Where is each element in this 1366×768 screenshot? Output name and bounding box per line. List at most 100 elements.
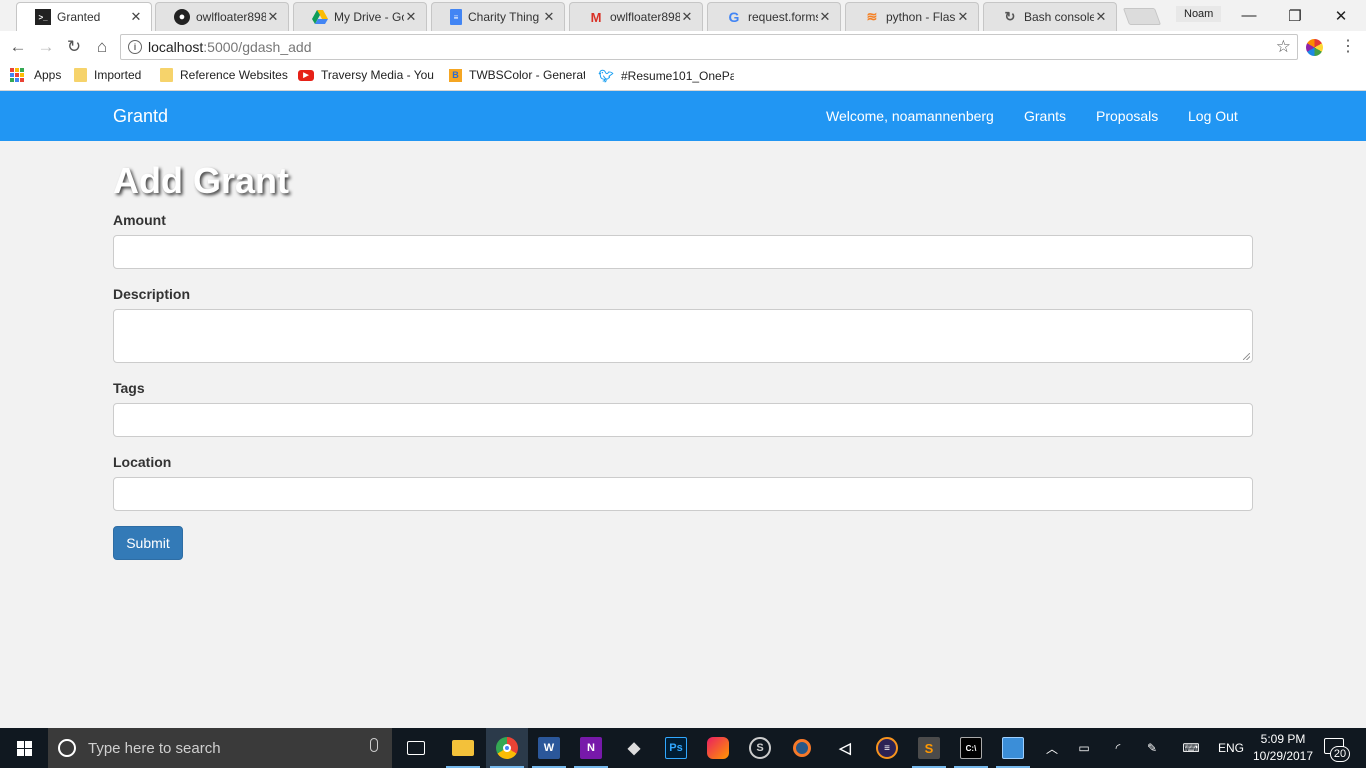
- bookmark-label: Apps: [34, 68, 62, 82]
- resize-handle-icon[interactable]: [1243, 353, 1250, 360]
- tab-google-search[interactable]: G request.forms ✕: [707, 2, 841, 31]
- taskbar-paint-app[interactable]: [697, 728, 739, 768]
- bookmark-twbscolor[interactable]: B TWBSColor - Generat: [449, 68, 585, 82]
- command-prompt-icon: C:\: [960, 737, 982, 759]
- google-icon: G: [728, 9, 740, 25]
- start-button[interactable]: [0, 728, 48, 768]
- close-icon[interactable]: ✕: [1094, 9, 1108, 25]
- tab-google-docs[interactable]: ≡ Charity Thing - ✕: [431, 2, 565, 31]
- github-icon: ●: [174, 9, 190, 25]
- close-icon[interactable]: ✕: [129, 9, 143, 25]
- close-icon[interactable]: ✕: [542, 9, 556, 25]
- tab-gmail[interactable]: M owlfloater898 ✕: [569, 2, 703, 31]
- taskbar-photoshop[interactable]: Ps: [655, 728, 697, 768]
- onenote-icon: N: [580, 737, 602, 759]
- show-hidden-icons-icon[interactable]: ︿: [1042, 728, 1062, 768]
- restore-icon[interactable]: ❐: [1272, 0, 1318, 31]
- description-textarea[interactable]: [113, 309, 1253, 363]
- taskbar-onenote[interactable]: N: [570, 728, 612, 768]
- tab-github[interactable]: ● owlfloater898/ ✕: [155, 2, 289, 31]
- bookmark-imported[interactable]: Imported: [74, 68, 141, 82]
- taskbar-blender[interactable]: [781, 728, 823, 768]
- wifi-icon[interactable]: ◜: [1106, 728, 1130, 768]
- pen-workspace-icon[interactable]: ✎: [1140, 728, 1164, 768]
- taskbar-command-prompt[interactable]: C:\: [950, 728, 992, 768]
- folder-icon: [160, 68, 173, 82]
- taskbar-search[interactable]: Type here to search: [48, 728, 392, 768]
- bookmark-reference-websites[interactable]: Reference Websites: [160, 68, 288, 82]
- submit-button[interactable]: Submit: [113, 526, 183, 560]
- pythonanywhere-icon: ↻: [1004, 9, 1016, 24]
- input-language[interactable]: ENG: [1214, 728, 1248, 768]
- back-arrow-icon[interactable]: ←: [6, 35, 30, 59]
- unity-icon: ◁: [839, 740, 851, 757]
- site-info-icon[interactable]: i: [128, 40, 142, 54]
- taskbar-word[interactable]: W: [528, 728, 570, 768]
- search-placeholder: Type here to search: [88, 739, 221, 757]
- tab-title: python - Flask: [886, 10, 956, 24]
- close-icon[interactable]: ✕: [266, 9, 280, 25]
- tags-input[interactable]: [113, 403, 1253, 437]
- bookmark-apps[interactable]: Apps: [10, 68, 61, 82]
- minimize-icon[interactable]: —: [1226, 0, 1272, 31]
- bookmark-traversy-media[interactable]: ▶ Traversy Media - YouT: [298, 68, 434, 82]
- blender-icon: [793, 739, 811, 757]
- taskbar-sublime-text[interactable]: S: [908, 728, 950, 768]
- taskbar-simplenote[interactable]: S: [739, 728, 781, 768]
- taskbar-chrome[interactable]: [486, 728, 528, 768]
- url-text[interactable]: localhost:5000/gdash_add: [148, 39, 311, 55]
- taskbar-clock[interactable]: 5:09 PM 10/29/2017: [1248, 731, 1318, 765]
- stackoverflow-icon: ≋: [866, 9, 878, 24]
- microphone-icon[interactable]: [370, 738, 378, 752]
- task-view-button[interactable]: [395, 728, 437, 768]
- location-input[interactable]: [113, 477, 1253, 511]
- browser-toolbar: ← → ↻ ⌂ i localhost:5000/gdash_add ☆ ⋮: [0, 31, 1366, 63]
- youtube-icon: ▶: [298, 69, 314, 81]
- forward-arrow-icon[interactable]: →: [34, 35, 58, 59]
- new-tab-button[interactable]: [1122, 8, 1162, 25]
- close-icon[interactable]: ✕: [680, 9, 694, 25]
- paint-app-icon: [707, 737, 729, 759]
- taskbar-control-panel[interactable]: [992, 728, 1034, 768]
- taskbar-file-explorer[interactable]: [442, 728, 484, 768]
- clock-date: 10/29/2017: [1252, 749, 1314, 763]
- close-icon[interactable]: ✕: [818, 9, 832, 25]
- profile-button[interactable]: Noam: [1176, 6, 1222, 22]
- location-label: Location: [113, 454, 172, 470]
- grants-link[interactable]: Grants: [1024, 108, 1066, 124]
- home-icon[interactable]: ⌂: [90, 35, 114, 59]
- color-extension-icon[interactable]: [1306, 39, 1323, 56]
- tab-title: Charity Thing -: [468, 10, 542, 24]
- close-window-icon[interactable]: ✕: [1318, 0, 1364, 31]
- touch-keyboard-icon[interactable]: ⌨: [1176, 728, 1206, 768]
- inkscape-icon: ◆: [627, 740, 641, 757]
- bookmark-resume101[interactable]: 🐦︎ #Resume101_OnePag: [598, 68, 734, 84]
- welcome-link[interactable]: Welcome, noamannenberg: [826, 108, 994, 124]
- tab-title: Bash console (: [1024, 10, 1094, 24]
- terminal-icon: >_: [35, 9, 51, 25]
- proposals-link[interactable]: Proposals: [1096, 108, 1158, 124]
- chrome-menu-icon[interactable]: ⋮: [1340, 36, 1356, 56]
- tab-google-drive[interactable]: My Drive - Goo ✕: [293, 2, 427, 31]
- taskbar-eclipse[interactable]: ≡: [866, 728, 908, 768]
- apps-grid-icon: [10, 68, 24, 82]
- bookmark-label: Reference Websites: [180, 68, 288, 82]
- bookmark-label: Imported: [94, 68, 142, 82]
- tab-title: request.forms: [748, 10, 818, 24]
- taskbar-unity[interactable]: ◁: [824, 728, 866, 768]
- taskbar-inkscape[interactable]: ◆: [613, 728, 655, 768]
- tab-bash-console[interactable]: ↻ Bash console ( ✕: [983, 2, 1117, 31]
- brand-link[interactable]: Grantd: [113, 106, 168, 127]
- amount-input[interactable]: [113, 235, 1253, 269]
- reload-icon[interactable]: ↻: [62, 35, 86, 59]
- tab-granted[interactable]: >_ Granted ✕: [16, 2, 152, 31]
- bookmark-star-icon[interactable]: ☆: [1276, 37, 1291, 57]
- logout-link[interactable]: Log Out: [1188, 108, 1238, 124]
- close-icon[interactable]: ✕: [956, 9, 970, 25]
- close-icon[interactable]: ✕: [404, 9, 418, 25]
- description-label: Description: [113, 286, 191, 302]
- battery-icon[interactable]: ▭: [1072, 728, 1096, 768]
- address-bar[interactable]: i localhost:5000/gdash_add ☆: [120, 34, 1298, 60]
- tab-stackoverflow[interactable]: ≋ python - Flask ✕: [845, 2, 979, 31]
- eclipse-icon: ≡: [876, 737, 898, 759]
